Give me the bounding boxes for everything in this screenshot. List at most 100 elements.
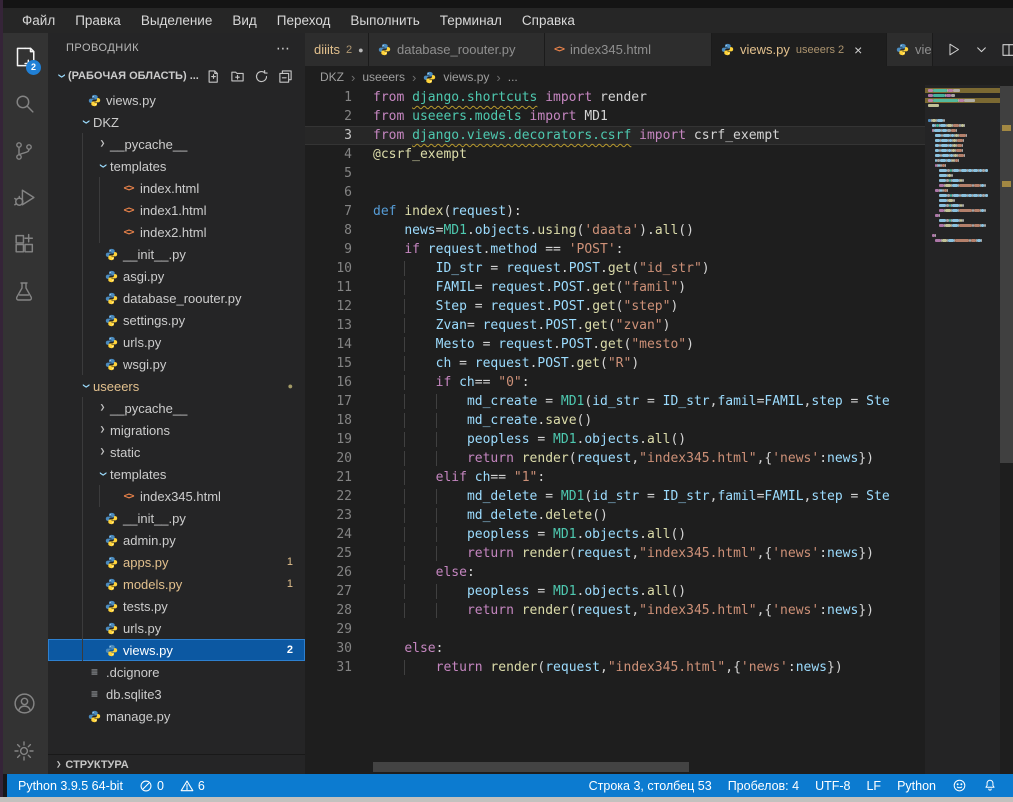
tab-description: useeers 2 [796,44,844,56]
status-python-3.9.5-64-bit[interactable]: Python 3.9.5 64-bit [10,779,131,793]
run-icon[interactable] [945,41,962,58]
tree-item-__init__.py[interactable]: __init__.py [48,507,305,529]
status-feedback[interactable] [944,778,975,793]
tree-item-wsgi.py[interactable]: wsgi.py [48,353,305,375]
tree-item-urls.py[interactable]: urls.py [48,617,305,639]
tab-index345.html[interactable]: <>index345.html [545,33,712,66]
status-label: Python 3.9.5 64-bit [18,779,123,793]
code-text: if ch== "0": [373,373,530,392]
tree-item-asgi.py[interactable]: asgi.py [48,265,305,287]
status-python[interactable]: Python [889,779,944,793]
activity-settings-icon[interactable] [0,727,48,774]
tree-item-migrations[interactable]: ❯migrations [48,419,305,441]
tree-item-static[interactable]: ❯static [48,441,305,463]
tree-item-index2.html[interactable]: <>index2.html [48,221,305,243]
new-folder-icon[interactable] [230,69,245,84]
tree-item-index345.html[interactable]: <>index345.html [48,485,305,507]
activity-explorer-icon[interactable]: 2 [0,33,48,80]
activity-source-control-icon[interactable] [0,127,48,174]
menu-3[interactable]: Выделение [131,13,223,28]
tree-item-views.py[interactable]: views.py2 [48,639,305,661]
status-lf[interactable]: LF [858,779,889,793]
tree-item-index1.html[interactable]: <>index1.html [48,199,305,221]
line-number: 11 [305,278,373,297]
tree-item-label: __pycache__ [110,401,187,416]
status-0[interactable]: 0 [131,779,172,793]
status-пробелов-4[interactable]: Пробелов: 4 [720,779,807,793]
tree-item-index.html[interactable]: <>index.html [48,177,305,199]
activity-run-debug-icon[interactable] [0,174,48,221]
activity-extensions-icon[interactable] [0,221,48,268]
tree-item-manage.py[interactable]: manage.py [48,705,305,727]
tree-item-label: views.py [123,643,173,658]
indent-guide [82,397,83,419]
tree-item-views.py[interactable]: views.py [48,89,305,111]
line-number: 23 [305,506,373,525]
tree-item-admin.py[interactable]: admin.py [48,529,305,551]
tree-item-settings.py[interactable]: settings.py [48,309,305,331]
horizontal-scrollbar[interactable] [373,762,689,772]
tree-item-useeers[interactable]: ❯useeers● [48,375,305,397]
menu-2[interactable]: Правка [65,13,131,28]
breadcrumb-item[interactable]: DKZ [320,70,344,84]
tab-vie[interactable]: vie [887,33,933,66]
tree-item-models.py[interactable]: models.py1 [48,573,305,595]
tab-diiits[interactable]: diiits2● [305,33,369,66]
tree-item-__pycache__[interactable]: ❯__pycache__ [48,133,305,155]
status-label: LF [866,779,881,793]
breadcrumb-item[interactable]: views.py [443,70,489,84]
sidebar-more-actions-icon[interactable]: ⋯ [276,40,291,57]
tab-views.py[interactable]: views.pyuseeers 2× [712,33,887,66]
python-icon [103,644,120,657]
tab-database_roouter.py[interactable]: database_roouter.py [369,33,545,66]
indent-guide [82,617,83,639]
activity-testing-icon[interactable] [0,268,48,315]
status-6[interactable]: 6 [172,779,213,793]
menu-5[interactable]: Переход [267,13,341,28]
chevron-down-icon[interactable] [975,43,988,56]
tree-item-db.sqlite3[interactable]: ≡db.sqlite3 [48,683,305,705]
activity-search-icon[interactable] [0,80,48,127]
workspace-section-header[interactable]: ❯ (РАБОЧАЯ ОБЛАСТЬ) ... [48,63,305,89]
line-number: 2 [305,107,373,126]
tree-item-__pycache__[interactable]: ❯__pycache__ [48,397,305,419]
tree-item-.dcignore[interactable]: ≡.dcignore [48,661,305,683]
tree-item-apps.py[interactable]: apps.py1 [48,551,305,573]
menu-1[interactable]: Файл [12,13,65,28]
menu-6[interactable]: Выполнить [340,13,429,28]
tree-item-templates[interactable]: ❯templates [48,155,305,177]
split-editor-icon[interactable] [1001,42,1013,58]
refresh-icon[interactable] [254,69,269,84]
tree-item-database_roouter.py[interactable]: database_roouter.py [48,287,305,309]
status-utf-8[interactable]: UTF-8 [807,779,858,793]
close-icon[interactable]: × [854,42,862,58]
activity-account-icon[interactable] [0,680,48,727]
new-file-icon[interactable] [206,69,221,84]
breadcrumb[interactable]: DKZ›useeers›views.py›... [305,66,1013,88]
line-number: 28 [305,601,373,620]
vertical-scrollbar[interactable] [1000,86,1013,463]
code-editor[interactable]: 1from django.shortcuts import render2fro… [305,88,1013,774]
tree-item-urls.py[interactable]: urls.py [48,331,305,353]
menu-8[interactable]: Справка [512,13,585,28]
outline-section-header[interactable]: ❯ СТРУКТУРА [48,754,305,774]
tree-item-tests.py[interactable]: tests.py [48,595,305,617]
status-bell[interactable] [975,778,1005,793]
tree-item-__init__.py[interactable]: __init__.py [48,243,305,265]
window-titlebar [0,0,1013,8]
breadcrumb-item[interactable]: ... [508,70,518,84]
menu-7[interactable]: Терминал [430,13,512,28]
breadcrumb-item[interactable]: useeers [362,70,405,84]
tree-item-DKZ[interactable]: ❯DKZ [48,111,305,133]
status-строка-3-столбец-53[interactable]: Строка 3, столбец 53 [581,779,720,793]
chevron-right-icon: ❯ [95,139,110,149]
code-line-29: 29 [305,620,1013,639]
menu-4[interactable]: Вид [222,13,266,28]
code-line-4: 4@csrf_exempt [305,145,1013,164]
code-line-31: 31 return render(request,"index345.html"… [305,658,1013,677]
collapse-all-icon[interactable] [278,69,293,84]
tree-item-templates[interactable]: ❯templates [48,463,305,485]
minimap[interactable] [925,85,1000,774]
code-text: def index(request): [373,202,522,221]
error-circle-icon [139,779,153,793]
